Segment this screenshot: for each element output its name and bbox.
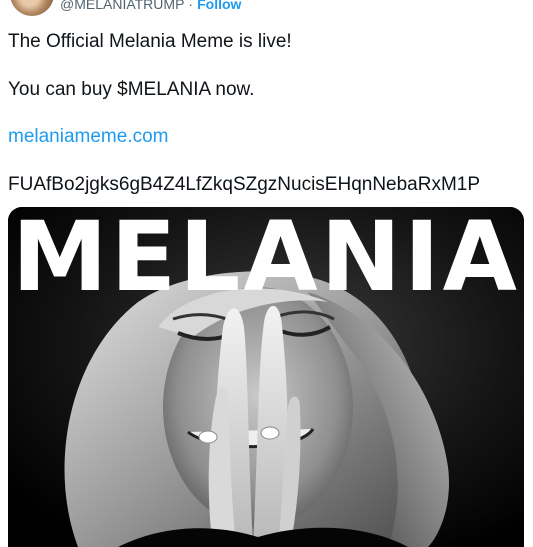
separator: · [188,0,194,12]
author-handle[interactable]: @MELANIATRUMP [60,0,184,12]
tweet-header: @MELANIATRUMP · Follow [0,0,533,16]
follow-button[interactable]: Follow [197,0,241,12]
tweet-text-line-1: The Official Melania Meme is live! [8,31,292,52]
media-title-text: MELANIA [12,207,520,313]
contract-address: FUAfBo2jgks6gB4Z4LfZkqSZgzNucisEHqnNebaR… [8,174,481,195]
tweet-link[interactable]: melaniameme.com [8,125,169,149]
tweet-card: @MELANIATRUMP · Follow The Official Melani… [0,0,533,547]
tweet-text-line-2: You can buy $MELANIA now. [8,79,255,100]
tweet-media-image[interactable]: MELANIA [8,207,524,547]
avatar[interactable] [10,0,54,16]
author-row: @MELANIATRUMP · Follow [60,0,241,12]
